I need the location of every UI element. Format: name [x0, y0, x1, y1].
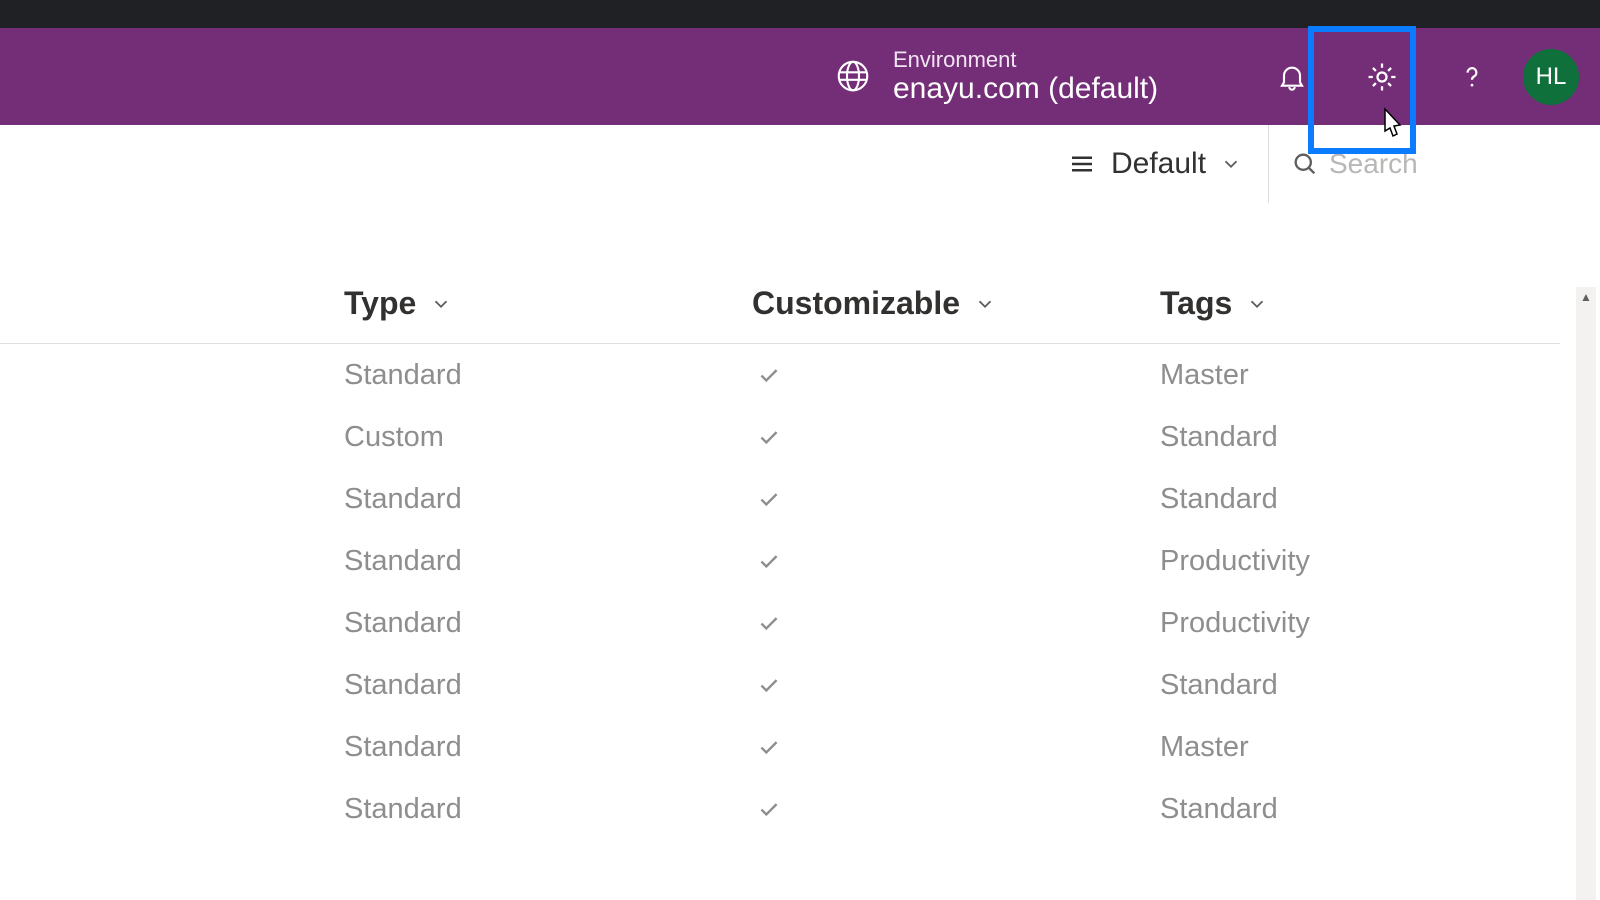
globe-icon [835, 58, 871, 94]
vertical-scrollbar[interactable]: ▲ [1576, 287, 1596, 900]
search-input[interactable] [1329, 148, 1579, 180]
cell-customizable [756, 486, 782, 512]
search-icon [1291, 150, 1319, 178]
check-icon [756, 796, 782, 822]
table-row[interactable]: Standard Master [0, 716, 1560, 778]
gear-icon [1365, 60, 1399, 94]
search-box[interactable] [1268, 125, 1579, 203]
scroll-up-arrow-icon[interactable]: ▲ [1576, 287, 1596, 307]
check-icon [756, 424, 782, 450]
environment-label: Environment [893, 47, 1158, 72]
cell-customizable [756, 424, 782, 450]
column-header-label: Type [344, 285, 416, 322]
check-icon [756, 734, 782, 760]
bell-icon [1276, 61, 1308, 93]
list-icon [1067, 149, 1097, 179]
cell-customizable [756, 734, 782, 760]
table-row[interactable]: Standard Standard [0, 778, 1560, 840]
chevron-down-icon [1220, 153, 1242, 175]
check-icon [756, 362, 782, 388]
cell-customizable [756, 548, 782, 574]
cell-tags: Standard [1160, 793, 1278, 826]
table-row[interactable]: Custom Standard [0, 406, 1560, 468]
cell-tags: Productivity [1160, 545, 1310, 578]
cell-type: Standard [344, 793, 462, 826]
cell-customizable [756, 610, 782, 636]
main-content: Type Customizable Tags Standard Master Cus… [0, 203, 1600, 900]
cell-tags: Master [1160, 731, 1249, 764]
table-row[interactable]: Standard Standard [0, 654, 1560, 716]
cell-type: Standard [344, 607, 462, 640]
cell-type: Standard [344, 359, 462, 392]
cell-tags: Standard [1160, 421, 1278, 454]
view-switcher[interactable]: Default [1067, 147, 1242, 181]
question-icon [1457, 62, 1487, 92]
environment-name: enayu.com (default) [893, 72, 1158, 107]
table-row[interactable]: Standard Productivity [0, 530, 1560, 592]
avatar[interactable]: HL [1523, 49, 1579, 105]
cell-type: Standard [344, 669, 462, 702]
table-row[interactable]: Standard Master [0, 344, 1560, 406]
cell-tags: Standard [1160, 669, 1278, 702]
command-bar: Default [0, 125, 1600, 203]
cell-customizable [756, 362, 782, 388]
avatar-initials: HL [1536, 63, 1567, 91]
view-label: Default [1111, 147, 1206, 181]
cell-type: Standard [344, 731, 462, 764]
browser-chrome-strip [0, 0, 1600, 28]
cell-type: Custom [344, 421, 444, 454]
chevron-down-icon [430, 293, 452, 315]
check-icon [756, 486, 782, 512]
column-header-label: Tags [1160, 285, 1232, 322]
cell-tags: Master [1160, 359, 1249, 392]
table-row[interactable]: Standard Productivity [0, 592, 1560, 654]
check-icon [756, 548, 782, 574]
chevron-down-icon [974, 293, 996, 315]
column-header-tags[interactable]: Tags [1160, 285, 1268, 322]
column-header-type[interactable]: Type [344, 285, 452, 322]
notifications-button[interactable] [1247, 28, 1337, 125]
environment-switcher[interactable]: Environment enayu.com (default) [835, 47, 1158, 107]
cell-customizable [756, 796, 782, 822]
column-header-label: Customizable [752, 285, 960, 322]
chevron-down-icon [1246, 293, 1268, 315]
help-button[interactable] [1427, 28, 1517, 125]
cell-tags: Standard [1160, 483, 1278, 516]
column-header-customizable[interactable]: Customizable [752, 285, 996, 322]
cell-type: Standard [344, 545, 462, 578]
cell-tags: Productivity [1160, 607, 1310, 640]
cell-customizable [756, 672, 782, 698]
app-header: Environment enayu.com (default) HL [0, 28, 1600, 125]
check-icon [756, 672, 782, 698]
settings-button[interactable] [1337, 28, 1427, 125]
cell-type: Standard [344, 483, 462, 516]
check-icon [756, 610, 782, 636]
table-row[interactable]: Standard Standard [0, 468, 1560, 530]
